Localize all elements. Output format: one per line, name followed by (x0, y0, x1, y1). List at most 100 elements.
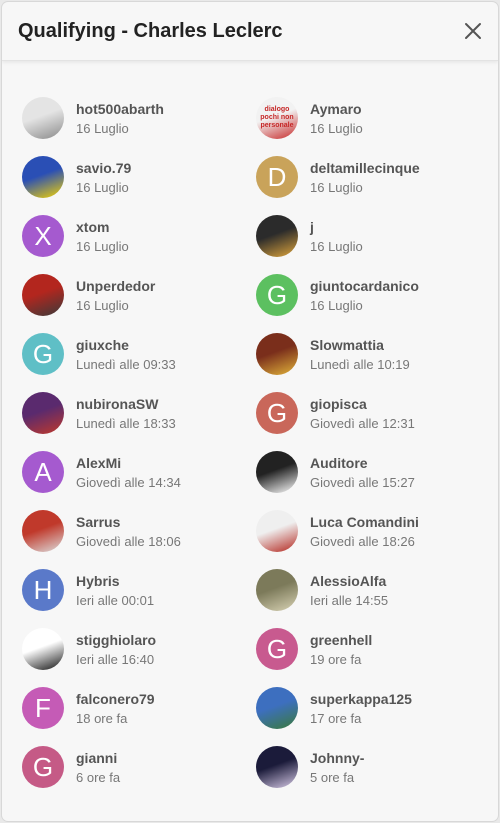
list-item[interactable]: Auditore Giovedì alle 15:27 (256, 448, 490, 496)
list-item[interactable]: j 16 Luglio (256, 212, 490, 260)
list-item[interactable]: Luca Comandini Giovedì alle 18:26 (256, 507, 490, 555)
username[interactable]: AlessioAlfa (310, 573, 388, 589)
list-item[interactable]: A AlexMi Giovedì alle 14:34 (22, 448, 256, 496)
avatar[interactable]: A (22, 451, 64, 493)
username[interactable]: Johnny- (310, 750, 364, 766)
timestamp: 6 ore fa (76, 769, 121, 785)
avatar[interactable]: H (22, 569, 64, 611)
user-info: xtom 16 Luglio (76, 219, 129, 254)
avatar[interactable] (22, 392, 64, 434)
avatar[interactable]: G (256, 274, 298, 316)
list-item[interactable]: Slowmattia Lunedì alle 10:19 (256, 330, 490, 378)
username[interactable]: deltamillecinque (310, 160, 420, 176)
list-item[interactable]: Ggiopisca Giovedì alle 12:31 (256, 389, 490, 437)
username[interactable]: superkappa125 (310, 691, 412, 707)
username[interactable]: AlexMi (76, 455, 181, 471)
username[interactable]: stigghiolaro (76, 632, 156, 648)
username[interactable]: nubironaSW (76, 396, 176, 412)
username[interactable]: giuxche (76, 337, 176, 353)
list-item[interactable]: savio.79 16 Luglio (22, 153, 256, 201)
timestamp: Lunedì alle 09:33 (76, 356, 176, 372)
username[interactable]: Aymaro (310, 101, 363, 117)
list-item[interactable]: hot500abarth 16 Luglio (22, 94, 256, 142)
username[interactable]: falconero79 (76, 691, 155, 707)
list-item[interactable]: superkappa125 17 ore fa (256, 684, 490, 732)
username[interactable]: savio.79 (76, 160, 131, 176)
avatar[interactable] (256, 569, 298, 611)
user-info: Auditore Giovedì alle 15:27 (310, 455, 415, 490)
timestamp: 16 Luglio (310, 179, 363, 195)
timestamp: 16 Luglio (310, 297, 363, 313)
list-item[interactable]: Xxtom 16 Luglio (22, 212, 256, 260)
avatar[interactable]: X (22, 215, 64, 257)
close-icon[interactable] (462, 20, 484, 42)
dialog-header: Qualifying - Charles Leclerc (2, 2, 498, 61)
username[interactable]: Sarrus (76, 514, 181, 530)
list-item[interactable]: AlessioAlfa Ieri alle 14:55 (256, 566, 490, 614)
avatar[interactable] (256, 510, 298, 552)
user-info: giuntocardanico 16 Luglio (310, 278, 419, 313)
username[interactable]: gianni (76, 750, 120, 766)
list-item[interactable]: Ggiuntocardanico 16 Luglio (256, 271, 490, 319)
username[interactable]: giopisca (310, 396, 415, 412)
list-item[interactable]: Sarrus Giovedì alle 18:06 (22, 507, 256, 555)
timestamp: 16 Luglio (76, 297, 129, 313)
user-info: Johnny- 5 ore fa (310, 750, 364, 785)
avatar[interactable]: G (256, 392, 298, 434)
avatar[interactable] (22, 274, 64, 316)
avatar[interactable] (22, 628, 64, 670)
user-info: savio.79 16 Luglio (76, 160, 131, 195)
username[interactable]: Luca Comandini (310, 514, 419, 530)
timestamp: 17 ore fa (310, 710, 362, 726)
timestamp: Giovedì alle 18:06 (76, 533, 181, 549)
avatar[interactable] (256, 333, 298, 375)
list-item[interactable]: H Hybris Ieri alle 00:01 (22, 566, 256, 614)
username[interactable]: Auditore (310, 455, 415, 471)
timestamp: Ieri alle 16:40 (76, 651, 155, 667)
username[interactable]: j (310, 219, 363, 235)
username[interactable]: xtom (76, 219, 129, 235)
list-item[interactable]: Ggreenhell 19 ore fa (256, 625, 490, 673)
timestamp: 16 Luglio (76, 238, 129, 254)
timestamp: Giovedì alle 12:31 (310, 415, 415, 431)
timestamp: 16 Luglio (310, 238, 363, 254)
user-info: superkappa125 17 ore fa (310, 691, 412, 726)
username[interactable]: hot500abarth (76, 101, 164, 117)
username[interactable]: Unperdedor (76, 278, 155, 294)
avatar[interactable]: G (22, 746, 64, 788)
list-item[interactable]: Unperdedor 16 Luglio (22, 271, 256, 319)
avatar[interactable] (256, 746, 298, 788)
username[interactable]: greenhell (310, 632, 372, 648)
avatar[interactable]: D (256, 156, 298, 198)
avatar[interactable] (256, 451, 298, 493)
list-item[interactable]: Ggiuxche Lunedì alle 09:33 (22, 330, 256, 378)
list-item[interactable]: Ddeltamillecinque 16 Luglio (256, 153, 490, 201)
user-info: Slowmattia Lunedì alle 10:19 (310, 337, 410, 372)
list-item[interactable]: Ggianni 6 ore fa (22, 743, 256, 791)
user-info: gianni 6 ore fa (76, 750, 120, 785)
avatar[interactable]: G (256, 628, 298, 670)
avatar[interactable] (256, 687, 298, 729)
list-item[interactable]: Johnny- 5 ore fa (256, 743, 490, 791)
username[interactable]: Hybris (76, 573, 154, 589)
user-info: Hybris Ieri alle 00:01 (76, 573, 154, 608)
list-item[interactable]: dialogo pochi non personale Aymaro 16 Lugl… (256, 94, 490, 142)
avatar[interactable] (256, 215, 298, 257)
dialog-title: Qualifying - Charles Leclerc (18, 20, 283, 42)
avatar[interactable]: dialogo pochi non personale (256, 97, 298, 139)
timestamp: Lunedì alle 18:33 (76, 415, 176, 431)
avatar[interactable] (22, 156, 64, 198)
list-item[interactable]: nubironaSW Lunedì alle 18:33 (22, 389, 256, 437)
timestamp: Ieri alle 14:55 (310, 592, 389, 608)
avatar[interactable] (22, 97, 64, 139)
list-item[interactable]: Ffalconero79 18 ore fa (22, 684, 256, 732)
user-info: Unperdedor 16 Luglio (76, 278, 155, 313)
timestamp: 18 ore fa (76, 710, 128, 726)
avatar[interactable]: F (22, 687, 64, 729)
avatar[interactable] (22, 510, 64, 552)
avatar[interactable]: G (22, 333, 64, 375)
username[interactable]: Slowmattia (310, 337, 410, 353)
avatar-caption: dialogo pochi non personale (260, 106, 294, 129)
username[interactable]: giuntocardanico (310, 278, 419, 294)
list-item[interactable]: stigghiolaro Ieri alle 16:40 (22, 625, 256, 673)
